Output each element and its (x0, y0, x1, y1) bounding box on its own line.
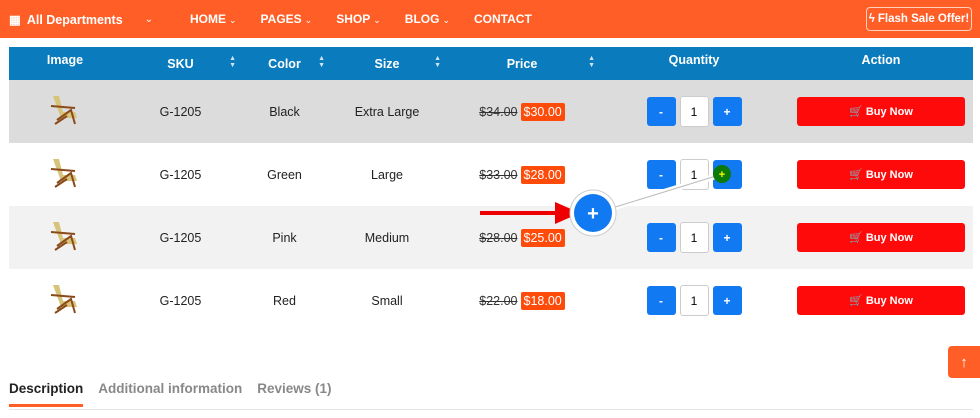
old-price: $22.00 (479, 293, 518, 308)
chair-image (50, 222, 77, 251)
price: $34.00 $30.00 (445, 80, 599, 143)
table-row: G-1205 Green Large $33.00$28.00 -+ 🛒 Buy… (9, 143, 973, 206)
sort-icon: ▲ ▼ (588, 55, 595, 69)
chair-image (50, 285, 77, 314)
increase-button[interactable]: + (712, 160, 742, 189)
nav-contact[interactable]: CONTACT (474, 12, 532, 26)
header-price[interactable]: Price ▲ ▼ (445, 47, 599, 80)
decrease-button[interactable]: - (646, 223, 676, 252)
color: Green (240, 143, 329, 206)
lightning-icon: ϟ (868, 13, 875, 25)
sort-icon: ▲ ▼ (318, 55, 325, 69)
price: $33.00 $28.00 (445, 143, 599, 206)
quantity-input[interactable] (679, 159, 709, 190)
size: Small (329, 269, 445, 332)
old-price: $33.00 (479, 167, 518, 182)
cart-icon: 🛒 (849, 169, 863, 181)
chair-image (50, 96, 77, 125)
decrease-button[interactable]: - (646, 97, 676, 126)
buy-now-button[interactable]: 🛒 Buy Now (797, 160, 965, 189)
cart-icon: 🛒 (849, 106, 863, 118)
buy-now-button[interactable]: 🛒 Buy Now (797, 223, 965, 252)
increase-button[interactable]: + (712, 286, 742, 315)
header-size[interactable]: Size ▲ ▼ (329, 47, 445, 80)
decrease-button[interactable]: - (646, 160, 676, 189)
quantity-stepper: -+ (646, 285, 742, 316)
scroll-to-top-button[interactable]: ↑ (948, 346, 980, 378)
header-image: Image (9, 47, 121, 80)
tab-reviews[interactable]: Reviews (1) (257, 381, 331, 407)
price: $28.00 $25.00 (445, 206, 599, 269)
sale-price: $18.00 (520, 291, 565, 310)
price: $22.00 $18.00 (445, 269, 599, 332)
cart-icon: 🛒 (849, 232, 863, 244)
table-row: G-1205 Red Small $22.00$18.00 -+ 🛒 Buy N… (9, 269, 973, 332)
buy-now-button[interactable]: 🛒 Buy Now (797, 286, 965, 315)
nav-home[interactable]: HOME ⌄ (190, 12, 237, 26)
buy-now-button[interactable]: 🛒 Buy Now (797, 97, 965, 126)
sale-price: $25.00 (520, 228, 565, 247)
top-nav: ▦ All Departments ⌄ HOME ⌄ PAGES ⌄ SHOP ⌄ B… (0, 0, 980, 38)
table-row: G-1205 Black Extra Large $34.00$30.00 -+… (9, 80, 973, 143)
size: Large (329, 143, 445, 206)
nav-blog[interactable]: BLOG ⌄ (405, 12, 450, 26)
quantity-input[interactable] (679, 285, 709, 316)
sku: G-1205 (121, 206, 240, 269)
color: Pink (240, 206, 329, 269)
product-table: Image SKU ▲ ▼ Color ▲ ▼ Size ▲ ▼ Price ▲ ▼ Quant… (9, 47, 973, 332)
size: Extra Large (329, 80, 445, 143)
color: Black (240, 80, 329, 143)
old-price: $28.00 (479, 230, 518, 245)
header-action: Action (789, 47, 973, 80)
nav-pages[interactable]: PAGES ⌄ (261, 12, 313, 26)
increase-button[interactable]: + (712, 97, 742, 126)
sort-icon: ▲ ▼ (434, 55, 441, 69)
sku: G-1205 (121, 269, 240, 332)
table-row: G-1205 Pink Medium $28.00$25.00 -+ 🛒 Buy… (9, 206, 973, 269)
tab-description[interactable]: Description (9, 381, 84, 407)
old-price: $34.00 (479, 104, 518, 119)
cart-icon: 🛒 (849, 295, 863, 307)
quantity-stepper: -+ (646, 159, 742, 190)
increase-button[interactable]: + (712, 223, 742, 252)
sku: G-1205 (121, 80, 240, 143)
all-departments-button[interactable]: ▦ All Departments ⌄ (9, 12, 154, 28)
tab-additional-information[interactable]: Additional information (98, 381, 242, 407)
quantity-stepper: -+ (646, 222, 742, 253)
header-quantity: Quantity (599, 47, 789, 80)
sort-icon: ▲ ▼ (229, 55, 236, 69)
flash-sale-button[interactable]: ϟ Flash Sale Offer! (866, 7, 972, 31)
quantity-stepper: -+ (646, 96, 742, 127)
arrow-up-icon: ↑ (960, 353, 968, 371)
decrease-button[interactable]: - (646, 286, 676, 315)
chevron-down-icon: ⌄ (144, 14, 154, 25)
sale-price: $28.00 (520, 165, 565, 184)
grid-icon: ▦ (9, 13, 21, 27)
header-color[interactable]: Color ▲ ▼ (240, 47, 329, 80)
header-sku[interactable]: SKU ▲ ▼ (121, 47, 240, 80)
quantity-input[interactable] (679, 222, 709, 253)
quantity-input[interactable] (679, 96, 709, 127)
size: Medium (329, 206, 445, 269)
divider (9, 409, 973, 410)
nav-shop[interactable]: SHOP ⌄ (336, 12, 381, 26)
color: Red (240, 269, 329, 332)
sku: G-1205 (121, 143, 240, 206)
chair-image (50, 159, 77, 188)
sale-price: $30.00 (520, 102, 565, 121)
